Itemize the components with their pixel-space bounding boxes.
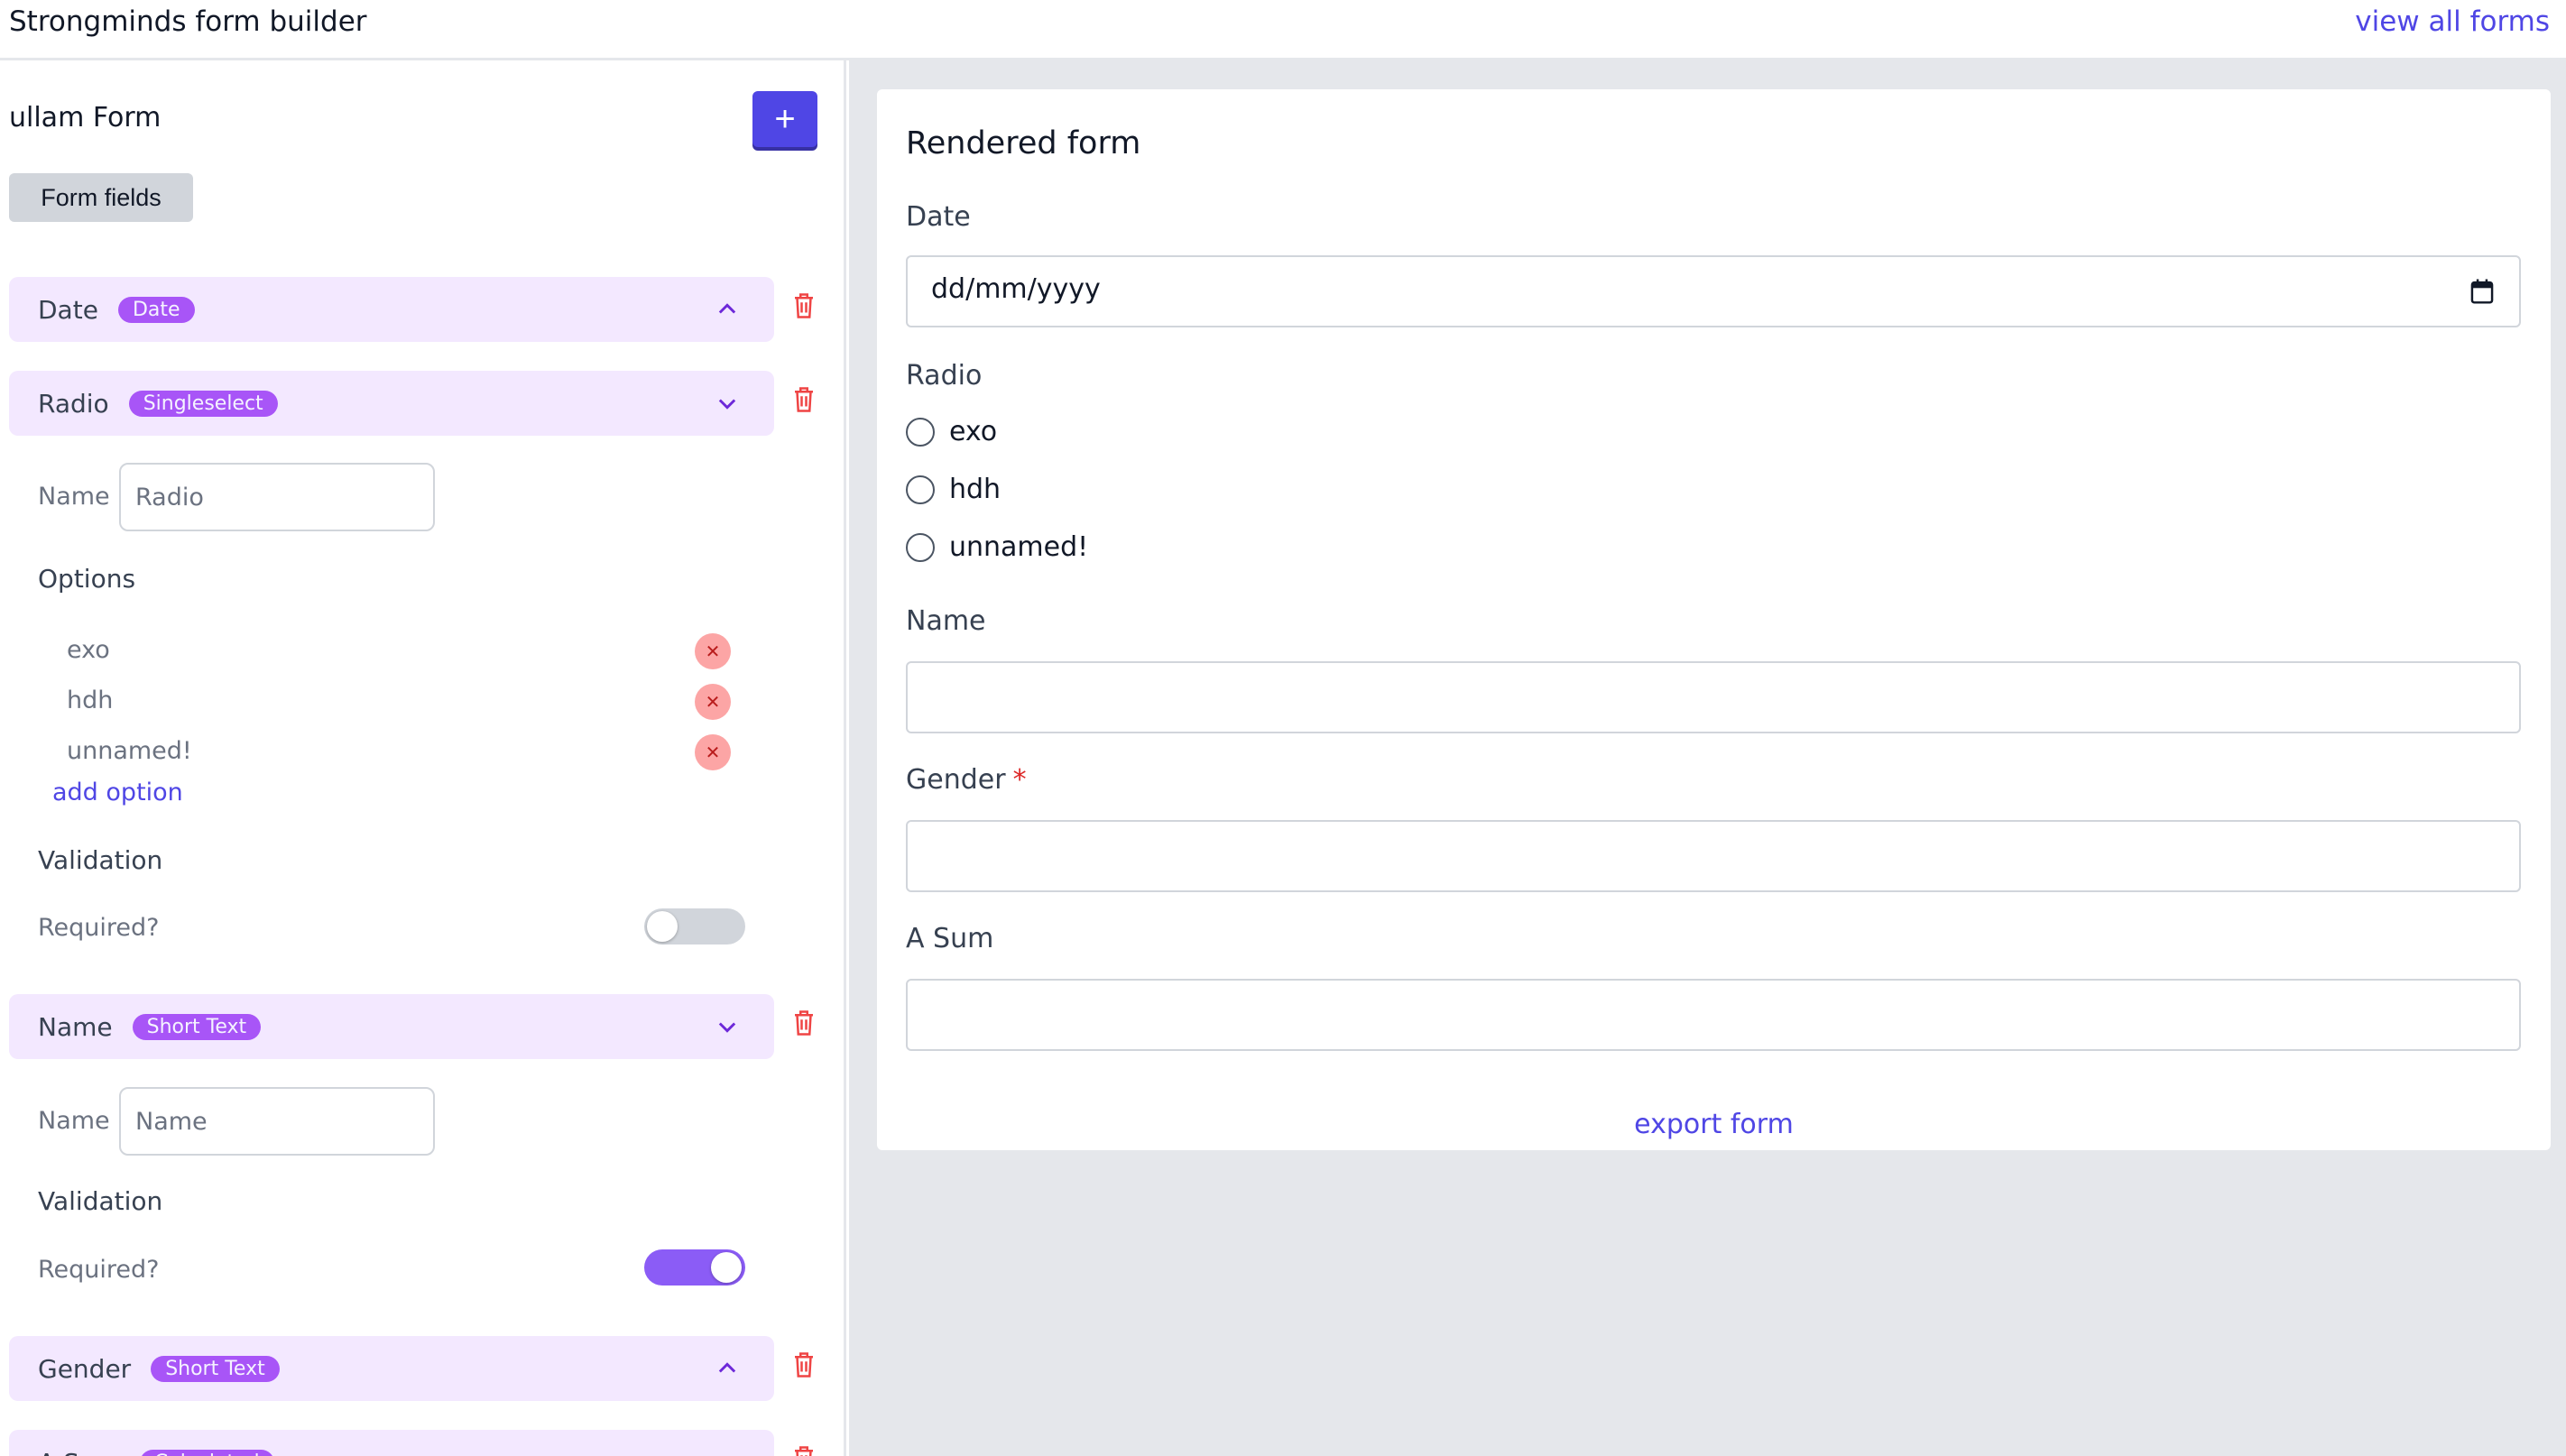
add-field-button[interactable]: + [752,91,817,147]
radio-option[interactable]: hdh [906,474,1001,505]
radio-option[interactable]: exo [906,416,997,447]
field-type-badge: Short Text [151,1355,280,1382]
toggle-knob [711,1252,742,1283]
validation-title: Validation [38,1186,163,1216]
radio-option-label: unnamed! [949,531,1089,563]
required-label: Required? [38,914,160,942]
field-name: Date [38,294,98,325]
tab-form-fields[interactable]: Form fields [9,173,193,222]
radio-name-input[interactable] [119,463,435,531]
field-header-gender[interactable]: Gender Short Text [9,1336,774,1401]
radio-option-label: hdh [949,474,1001,505]
name-field-name-input[interactable] [119,1087,435,1156]
trash-icon[interactable] [790,1443,817,1456]
required-star: * [1012,764,1027,796]
field-type-badge: Short Text [132,1013,262,1040]
rendered-form-title: Rendered form [906,125,1141,161]
field-name: A Sum [38,1448,120,1456]
a-sum-label: A Sum [906,923,994,954]
field-name: Radio [38,388,109,419]
name-input[interactable] [906,661,2521,733]
required-label: Required? [38,1256,160,1284]
preview-panel: Rendered form Date dd/mm/yyyy Radio exo … [849,60,2566,1456]
gender-label-text: Gender [906,764,1006,796]
trash-icon[interactable] [790,1350,817,1380]
form-name: ullam Form [9,102,162,134]
date-input[interactable]: dd/mm/yyyy [906,255,2521,327]
required-toggle[interactable] [644,1249,745,1286]
name-label: Name [906,605,986,637]
chevron-up-icon[interactable] [715,1356,740,1381]
trash-icon[interactable] [790,290,817,321]
option-item: unnamed! [67,737,192,765]
calendar-icon[interactable] [2469,277,2496,306]
app-title: Strongminds form builder [9,5,367,38]
remove-option-icon[interactable]: ✕ [695,734,731,770]
field-header-radio[interactable]: Radio Singleselect [9,371,774,436]
gender-input[interactable] [906,820,2521,892]
a-sum-input[interactable] [906,979,2521,1051]
date-label: Date [906,201,971,233]
trash-icon[interactable] [790,1008,817,1038]
rendered-form-card: Rendered form Date dd/mm/yyyy Radio exo … [877,89,2551,1150]
option-item: hdh [67,687,114,714]
radio-circle [906,417,935,447]
view-all-forms-link[interactable]: view all forms [2355,5,2550,38]
field-name: Gender [38,1353,132,1384]
option-item: exo [67,636,110,664]
remove-option-icon[interactable]: ✕ [695,684,731,720]
radio-label: Radio [906,360,983,392]
required-toggle[interactable] [644,908,745,945]
field-type-badge: Date [117,296,195,323]
field-name: Name [38,1011,113,1042]
radio-option-label: exo [949,416,998,447]
remove-option-icon[interactable]: ✕ [695,633,731,669]
chevron-down-icon[interactable] [715,391,740,416]
gender-label: Gender * [906,764,1027,796]
options-title: Options [38,564,136,594]
date-placeholder: dd/mm/yyyy [931,273,1101,305]
field-header-name[interactable]: Name Short Text [9,994,774,1059]
radio-circle [906,475,935,504]
radio-name-label: Name [38,483,110,511]
trash-icon[interactable] [790,384,817,415]
field-type-badge: Singleselect [128,390,278,417]
field-header-date[interactable]: Date Date [9,277,774,342]
radio-option[interactable]: unnamed! [906,531,1088,563]
export-form-link[interactable]: export form [877,1109,2551,1140]
field-header-a-sum[interactable]: A Sum Calculated [9,1430,774,1456]
chevron-up-icon[interactable] [715,297,740,322]
add-option-link[interactable]: add option [52,779,183,806]
name-field-name-label: Name [38,1107,110,1135]
chevron-down-icon[interactable] [715,1014,740,1039]
field-type-badge: Calculated [139,1449,274,1456]
top-bar: Strongminds form builder view all forms [0,0,2566,60]
toggle-knob [647,911,678,942]
radio-circle [906,532,935,562]
validation-title: Validation [38,845,163,875]
builder-panel: ullam Form + Form fields Date Date Radio… [0,60,846,1456]
